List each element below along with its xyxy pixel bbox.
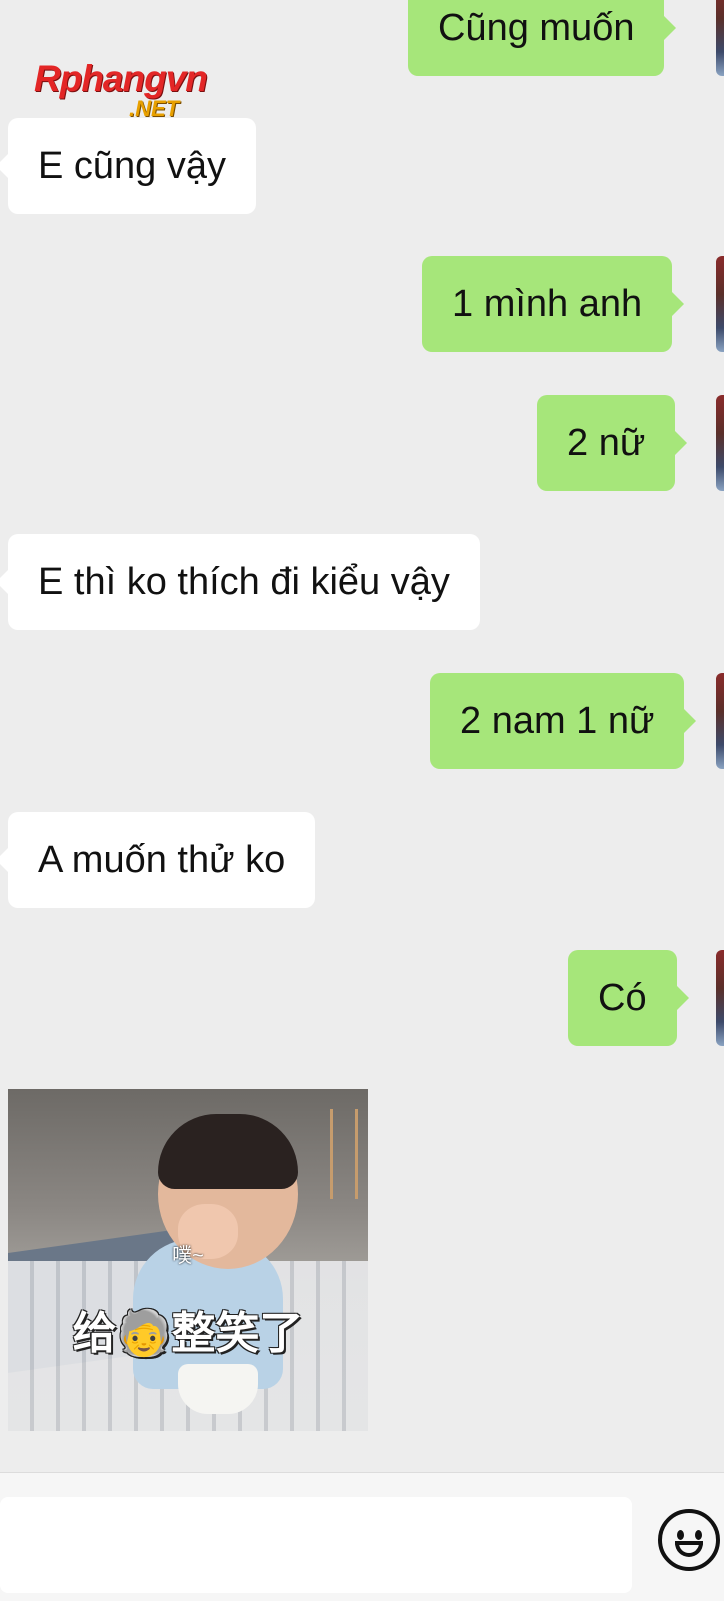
message-text: E thì ko thích đi kiểu vậy (38, 560, 450, 603)
emoji-mouth (675, 1541, 703, 1557)
chat-area: Rphangvn .NET Cũng muốn E cũng vậy 1 mìn… (0, 0, 724, 1472)
message-text: A muốn thử ko (38, 838, 286, 881)
message-input[interactable] (0, 1497, 632, 1593)
message-bubble-outgoing[interactable]: Cũng muốn (408, 0, 677, 76)
avatar[interactable] (716, 256, 724, 352)
avatar[interactable] (716, 950, 724, 1046)
message-bubble-incoming[interactable]: E thì ko thích đi kiểu vậy (0, 534, 480, 630)
message-text: Cũng muốn (438, 6, 635, 49)
message-bubble-incoming[interactable]: E cũng vậy (0, 118, 256, 214)
sticker-image[interactable]: 噗~ 给🧓整笑了 (8, 1089, 368, 1431)
avatar[interactable] (716, 673, 724, 769)
avatar[interactable] (716, 0, 724, 76)
avatar[interactable] (716, 395, 724, 491)
emoji-eye-right (695, 1530, 702, 1540)
message-text: Có (598, 976, 647, 1019)
smiley-face-icon[interactable] (658, 1509, 720, 1571)
message-text: 2 nữ (567, 421, 646, 464)
emoji-eye-left (677, 1530, 684, 1540)
sticker-caption-large: 给🧓整笑了 (72, 1309, 304, 1358)
message-bubble-incoming[interactable]: A muốn thử ko (0, 812, 316, 908)
input-bar (0, 1472, 724, 1601)
message-bubble-outgoing[interactable]: 2 nam 1 nữ (430, 673, 697, 769)
message-bubble-outgoing[interactable]: 2 nữ (537, 395, 688, 491)
message-text: 1 mình anh (452, 282, 643, 325)
message-text: E cũng vậy (38, 144, 226, 187)
watermark-main: Rphangvn (34, 58, 208, 99)
message-bubble-outgoing[interactable]: 1 mình anh (422, 256, 685, 352)
sticker-baby-diaper (178, 1364, 258, 1414)
sticker-baby-hair (158, 1114, 298, 1189)
message-text: 2 nam 1 nữ (460, 699, 655, 742)
message-bubble-outgoing[interactable]: Có (568, 950, 689, 1046)
sticker-shelf (330, 1109, 358, 1199)
sticker-caption-small: 噗~ (172, 1245, 204, 1267)
